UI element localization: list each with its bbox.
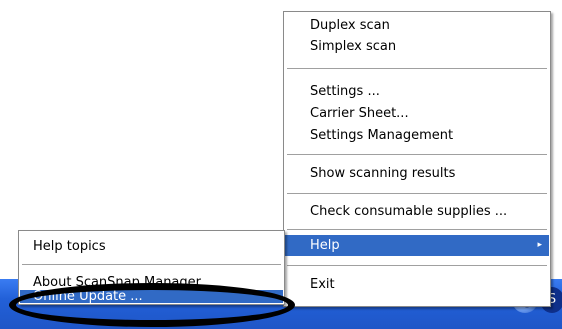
menu-item-label: Settings Management <box>310 128 454 143</box>
menu-item-exit[interactable]: Exit <box>285 274 549 295</box>
menu-separator <box>287 265 547 266</box>
menu-item-label: Check consumable supplies ... <box>310 204 508 219</box>
menu-item-duplex-scan[interactable]: Duplex scan <box>285 15 549 36</box>
menu-item-carrier-sheet[interactable]: Carrier Sheet... <box>285 103 549 124</box>
menu-item-label: Help <box>310 238 340 253</box>
scansnap-context-menu: Duplex scan Simplex scan Settings ... Ca… <box>283 11 551 307</box>
menu-item-label: Show scanning results <box>310 166 456 181</box>
menu-item-label: Carrier Sheet... <box>310 106 409 121</box>
submenu-arrow-icon: ▸ <box>537 240 542 250</box>
menu-item-label: Exit <box>310 277 335 292</box>
submenu-item-label: Help topics <box>33 239 106 254</box>
menu-item-check-consumable-supplies[interactable]: Check consumable supplies ... <box>285 201 549 222</box>
menu-item-label: Simplex scan <box>310 39 397 54</box>
menu-item-help[interactable]: Help ▸ <box>285 235 549 256</box>
menu-item-settings-management[interactable]: Settings Management <box>285 125 549 146</box>
menu-separator <box>287 154 547 155</box>
menu-item-simplex-scan[interactable]: Simplex scan <box>285 36 549 57</box>
menu-item-label: Settings ... <box>310 84 380 99</box>
menu-separator <box>287 68 547 69</box>
menu-item-settings[interactable]: Settings ... <box>285 81 549 102</box>
menu-item-label: Duplex scan <box>310 18 390 33</box>
submenu-item-help-topics[interactable]: Help topics <box>20 236 283 257</box>
menu-separator <box>22 264 281 265</box>
menu-item-show-scanning-results[interactable]: Show scanning results <box>285 163 549 184</box>
menu-separator <box>287 193 547 194</box>
menu-separator <box>287 229 547 230</box>
highlight-ellipse-annotation <box>9 283 295 327</box>
